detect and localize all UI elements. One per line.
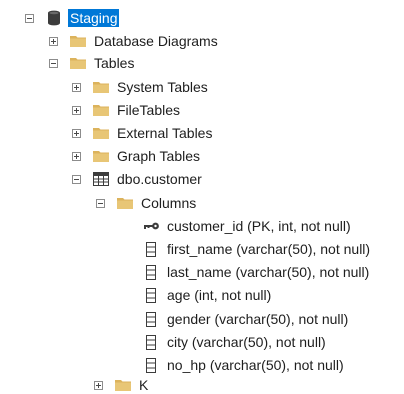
tree-node-label[interactable]: customer_id (PK, int, not null) xyxy=(165,217,353,235)
object-explorer-tree: Staging Database Diagrams Tables System … xyxy=(0,0,404,393)
tree-node-column-city[interactable]: city (varchar(50), not null) xyxy=(142,331,328,353)
column-icon xyxy=(142,287,160,303)
tree-node-label[interactable]: K xyxy=(137,376,150,394)
collapse-toggle[interactable] xyxy=(72,174,81,184)
tree-node-label[interactable]: Staging xyxy=(68,9,120,27)
column-icon xyxy=(142,241,160,257)
tree-node-label[interactable]: Tables xyxy=(92,54,136,72)
tree-node-label[interactable]: Database Diagrams xyxy=(92,32,220,50)
database-icon xyxy=(45,10,63,26)
tree-node-label[interactable]: Graph Tables xyxy=(115,147,202,165)
tree-node-column-no-hp[interactable]: no_hp (varchar(50), not null) xyxy=(142,354,346,376)
expand-toggle[interactable] xyxy=(72,128,81,138)
tree-node-label[interactable]: External Tables xyxy=(115,124,214,142)
tree-node-label[interactable]: FileTables xyxy=(115,101,182,119)
collapse-toggle[interactable] xyxy=(96,198,105,208)
tree-node-label[interactable]: city (varchar(50), not null) xyxy=(165,333,328,351)
tree-node-label[interactable]: System Tables xyxy=(115,78,210,96)
folder-icon xyxy=(92,79,110,95)
collapse-toggle[interactable] xyxy=(25,13,34,23)
tree-node-columns[interactable]: Columns xyxy=(96,192,198,214)
tree-node-column-gender[interactable]: gender (varchar(50), not null) xyxy=(142,308,350,330)
tree-node-dbo-customer[interactable]: dbo.customer xyxy=(72,168,204,190)
tree-node-column-last-name[interactable]: last_name (varchar(50), not null) xyxy=(142,261,371,283)
expand-toggle[interactable] xyxy=(72,151,81,161)
folder-icon xyxy=(92,148,110,164)
tree-node-label[interactable]: gender (varchar(50), not null) xyxy=(165,310,350,328)
expand-toggle[interactable] xyxy=(72,105,81,115)
tree-node-graph-tables[interactable]: Graph Tables xyxy=(72,145,202,167)
folder-icon xyxy=(69,55,87,71)
tree-node-staging[interactable]: Staging xyxy=(25,7,120,29)
tree-node-database-diagrams[interactable]: Database Diagrams xyxy=(49,30,220,52)
tree-node-column-age[interactable]: age (int, not null) xyxy=(142,284,273,306)
tree-node-column-first-name[interactable]: first_name (varchar(50), not null) xyxy=(142,238,372,260)
tree-node-label[interactable]: dbo.customer xyxy=(115,170,204,188)
expand-toggle[interactable] xyxy=(49,36,58,46)
tree-node-column-customer-id[interactable]: customer_id (PK, int, not null) xyxy=(142,215,353,237)
tree-node-system-tables[interactable]: System Tables xyxy=(72,76,210,98)
folder-icon xyxy=(92,125,110,141)
tree-node-label[interactable]: age (int, not null) xyxy=(165,286,273,304)
tree-node-filetables[interactable]: FileTables xyxy=(72,99,182,121)
tree-node-label[interactable]: Columns xyxy=(139,194,198,212)
tree-node-external-tables[interactable]: External Tables xyxy=(72,122,214,144)
collapse-toggle[interactable] xyxy=(49,58,58,68)
tree-node-label[interactable]: last_name (varchar(50), not null) xyxy=(165,263,371,281)
folder-icon xyxy=(116,195,134,211)
table-icon xyxy=(92,171,110,187)
tree-node-tables[interactable]: Tables xyxy=(49,52,136,74)
tree-node-keys-partial[interactable]: K xyxy=(94,376,150,394)
folder-icon xyxy=(69,33,87,49)
folder-icon xyxy=(92,102,110,118)
tree-node-label[interactable]: no_hp (varchar(50), not null) xyxy=(165,356,346,374)
column-icon xyxy=(142,357,160,373)
column-icon xyxy=(142,264,160,280)
primary-key-icon xyxy=(142,218,160,234)
column-icon xyxy=(142,311,160,327)
tree-node-label[interactable]: first_name (varchar(50), not null) xyxy=(165,240,372,258)
expand-toggle[interactable] xyxy=(72,82,81,92)
column-icon xyxy=(142,334,160,350)
folder-icon xyxy=(114,377,132,393)
expand-toggle[interactable] xyxy=(94,380,103,390)
